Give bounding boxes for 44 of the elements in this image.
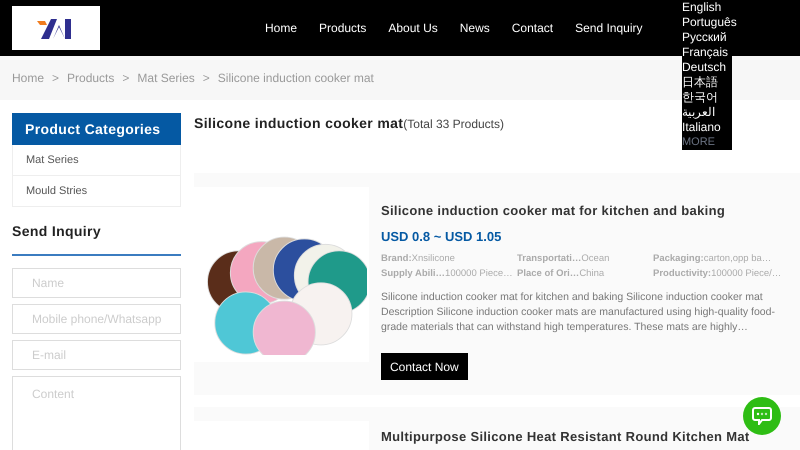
- spec-label: Brand:: [381, 252, 412, 266]
- chat-icon: [752, 407, 772, 425]
- language-option[interactable]: Italiano: [682, 120, 721, 135]
- breadcrumb-separator: >: [202, 70, 210, 87]
- language-option[interactable]: Русский: [682, 30, 727, 45]
- breadcrumb-separator: >: [122, 70, 130, 87]
- spec-value: China: [579, 267, 604, 281]
- spec-value: Xnsilicone: [412, 252, 455, 266]
- spec-value: Ocean: [581, 252, 610, 266]
- price: USD 0.8 ~ USD 1.05: [381, 228, 502, 246]
- language-option[interactable]: العربية: [682, 105, 715, 120]
- nav-link[interactable]: News: [460, 19, 490, 37]
- language-option[interactable]: English: [682, 0, 722, 15]
- nav-link[interactable]: Send Inquiry: [575, 19, 642, 37]
- nav-link[interactable]: Contact: [512, 19, 554, 37]
- product-count: (Total 33 Products): [403, 116, 504, 133]
- language-option[interactable]: 日本語: [682, 75, 718, 90]
- language-option[interactable]: 한국어: [682, 90, 718, 105]
- spec-value: 100000 Piece…: [445, 267, 513, 281]
- categories-heading: Product Categories: [12, 113, 181, 145]
- spec-value: 100000 Piece/…: [711, 267, 782, 281]
- nav-link[interactable]: Products: [319, 19, 366, 37]
- language-option[interactable]: Deutsch: [682, 60, 726, 75]
- inquiry-heading: Send Inquiry: [12, 221, 181, 256]
- product-title[interactable]: Multipurpose Silicone Heat Resistant Round Kitchen Mat: [381, 427, 750, 450]
- spec-label: Supply Abili…: [381, 267, 446, 281]
- logo[interactable]: [12, 6, 100, 50]
- product-title[interactable]: Silicone induction cooker mat for kitchen and baking: [381, 201, 789, 220]
- category-link[interactable]: Mat Series: [12, 145, 181, 176]
- nav-link[interactable]: About Us: [388, 19, 438, 37]
- language-option[interactable]: Português: [682, 15, 737, 30]
- language-option[interactable]: MORE: [682, 135, 715, 150]
- contact-now-button[interactable]: Contact Now: [381, 353, 468, 380]
- category-link[interactable]: Mould Stries: [12, 176, 181, 207]
- spec-label: Productivity:: [653, 267, 712, 281]
- language-option[interactable]: Français: [682, 45, 728, 60]
- page-title: Silicone induction cooker mat: [194, 114, 404, 133]
- nav-link[interactable]: Home: [265, 19, 298, 37]
- product-description: Silicone induction cooker mat for kitchen and baking Silicone induction cooker mat Description Silicone induction cooker mats are manufactured using high-quality food-grade materials that can withstand high temperatures. These mats are highly…: [381, 290, 776, 335]
- spec-label: Packaging:: [653, 252, 704, 266]
- breadcrumb-separator: >: [52, 70, 60, 87]
- spec-value: carton,opp ba…: [704, 252, 772, 266]
- spec-label: Transportati…: [517, 252, 582, 266]
- spec-label: Place of Ori…: [517, 267, 580, 281]
